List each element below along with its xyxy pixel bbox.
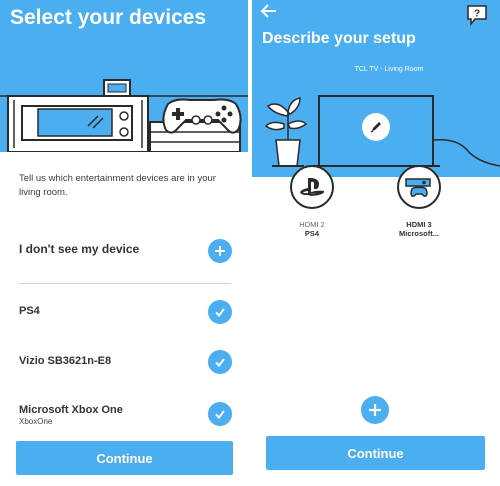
plus-icon bbox=[215, 246, 225, 256]
add-device-button[interactable] bbox=[208, 239, 232, 263]
device-selected-checkbox[interactable] bbox=[208, 350, 232, 374]
hdmi-port-name: HDMI 3 bbox=[406, 220, 432, 229]
xbox-device-badge[interactable] bbox=[397, 165, 441, 209]
back-arrow-icon[interactable] bbox=[260, 4, 278, 18]
hdmi-port-label: HDMI 3 Microsoft... bbox=[389, 220, 449, 238]
hdmi-device-name: Microsoft... bbox=[398, 229, 439, 238]
describe-setup-screen: ? Describe your setup TCL TV - Living Ro… bbox=[252, 0, 500, 486]
continue-button[interactable]: Continue bbox=[16, 441, 233, 475]
device-subtitle: XboxOne bbox=[19, 417, 53, 426]
select-devices-screen: Select your devices Tell us which entert… bbox=[0, 0, 248, 486]
device-row[interactable]: Vizio SB3621n-E8 bbox=[19, 347, 234, 377]
missing-device-row[interactable]: I don't see my device bbox=[19, 236, 234, 266]
checkmark-icon bbox=[215, 358, 225, 368]
device-row[interactable]: PS4 bbox=[19, 297, 234, 327]
checkmark-icon bbox=[215, 410, 225, 420]
tv-setup-illustration bbox=[264, 95, 500, 167]
hdmi-port-name: HDMI 2 bbox=[299, 220, 325, 229]
ps4-device-badge[interactable] bbox=[290, 165, 334, 209]
continue-button[interactable]: Continue bbox=[266, 436, 485, 470]
edit-tv-button[interactable] bbox=[362, 113, 390, 141]
device-selected-checkbox[interactable] bbox=[208, 402, 232, 426]
hdmi-port-label: HDMI 2 PS4 bbox=[282, 220, 342, 238]
tv-name-label: TCL TV - Living Room bbox=[354, 66, 424, 73]
describe-setup-header: ? Describe your setup TCL TV - Living Ro… bbox=[252, 0, 500, 177]
add-device-button[interactable] bbox=[361, 396, 389, 424]
device-row[interactable]: Microsoft Xbox One XboxOne bbox=[19, 398, 234, 428]
device-name: Microsoft Xbox One bbox=[19, 404, 123, 416]
checkmark-icon bbox=[215, 308, 225, 318]
page-title: Describe your setup bbox=[262, 30, 416, 47]
intro-text: Tell us which entertainment devices are … bbox=[19, 173, 216, 198]
playstation-logo-icon bbox=[300, 178, 325, 196]
help-glyph: ? bbox=[474, 9, 480, 20]
plus-icon bbox=[369, 404, 381, 416]
missing-device-label: I don't see my device bbox=[19, 242, 140, 256]
help-speech-bubble-icon: ? bbox=[467, 5, 487, 27]
device-name: PS4 bbox=[19, 305, 40, 317]
page-title: Select your devices bbox=[10, 6, 207, 29]
hdmi-device-name: PS4 bbox=[304, 229, 320, 238]
select-devices-header: Select your devices bbox=[0, 0, 248, 152]
device-name: Vizio SB3621n-E8 bbox=[19, 355, 112, 367]
xbox-console-icon bbox=[405, 178, 431, 197]
help-button[interactable]: ? bbox=[466, 4, 488, 31]
device-selected-checkbox[interactable] bbox=[208, 300, 232, 324]
pencil-icon bbox=[370, 122, 381, 133]
divider-line bbox=[19, 283, 231, 284]
